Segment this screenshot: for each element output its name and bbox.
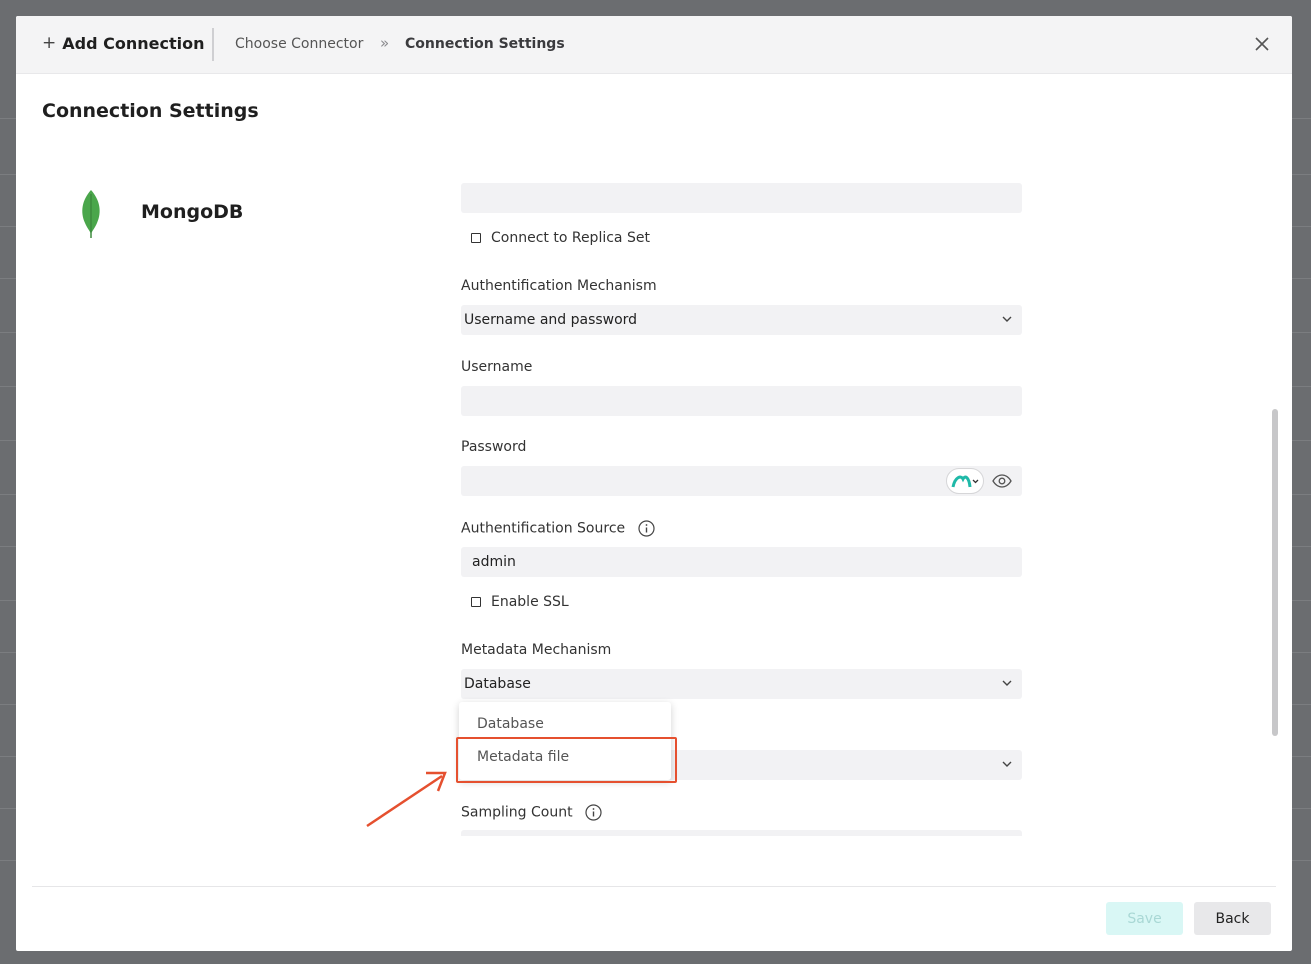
page-title: Connection Settings [42,100,259,122]
auth-source-input[interactable]: admin [461,547,1022,577]
sampling-count-input[interactable] [461,830,1022,836]
replica-set-checkbox[interactable] [471,233,481,243]
host-input[interactable] [461,183,1022,213]
breadcrumb-connection-settings: Connection Settings [405,36,565,52]
add-connection-modal: + Add Connection Choose Connector » Conn… [16,16,1292,951]
sampling-count-label-row: Sampling Count [461,804,602,821]
auth-source-label-row: Authentification Source [461,520,655,537]
metadata-mechanism-label: Metadata Mechanism [461,642,612,658]
eye-icon[interactable] [992,474,1012,488]
add-connection-title: + Add Connection [42,33,204,53]
password-manager-button[interactable] [946,468,984,494]
form-scrollbar[interactable] [1272,409,1278,736]
auth-source-label: Authentification Source [461,520,626,537]
chevron-down-icon [1002,316,1012,322]
connector-name: MongoDB [141,201,244,223]
save-button[interactable]: Save [1106,902,1183,935]
mongodb-leaf-icon [82,190,100,238]
back-button[interactable]: Back [1194,902,1271,935]
info-icon[interactable] [637,520,655,537]
enable-ssl-label: Enable SSL [491,594,569,610]
breadcrumb-separator-icon: » [380,34,390,52]
chevron-down-icon [1002,761,1012,767]
replica-set-checkbox-row[interactable]: Connect to Replica Set [471,230,650,246]
enable-ssl-checkbox[interactable] [471,597,481,607]
password-manager-icon [951,475,979,488]
password-label: Password [461,439,527,455]
auth-mechanism-label: Authentification Mechanism [461,278,657,294]
highlight-annotation [456,737,677,783]
footer-divider [32,886,1276,887]
enable-ssl-checkbox-row[interactable]: Enable SSL [471,594,569,610]
chevron-down-icon [1002,680,1012,686]
password-input[interactable] [461,466,1022,496]
modal-header: + Add Connection Choose Connector » Conn… [16,16,1292,74]
breadcrumb-choose-connector[interactable]: Choose Connector [235,36,363,52]
metadata-mechanism-select[interactable]: Database [461,669,1022,699]
username-label: Username [461,359,533,375]
header-divider [212,28,214,61]
plus-icon: + [42,33,57,53]
username-input[interactable] [461,386,1022,416]
add-connection-label: Add Connection [62,33,205,53]
info-icon[interactable] [585,804,602,821]
auth-mechanism-value: Username and password [464,312,638,328]
close-icon[interactable] [1254,36,1270,52]
replica-set-label: Connect to Replica Set [491,230,650,246]
dropdown-option-database[interactable]: Database [477,716,544,732]
auth-mechanism-select[interactable]: Username and password [461,305,1022,335]
sampling-count-label: Sampling Count [461,804,573,821]
metadata-mechanism-value: Database [464,676,531,692]
